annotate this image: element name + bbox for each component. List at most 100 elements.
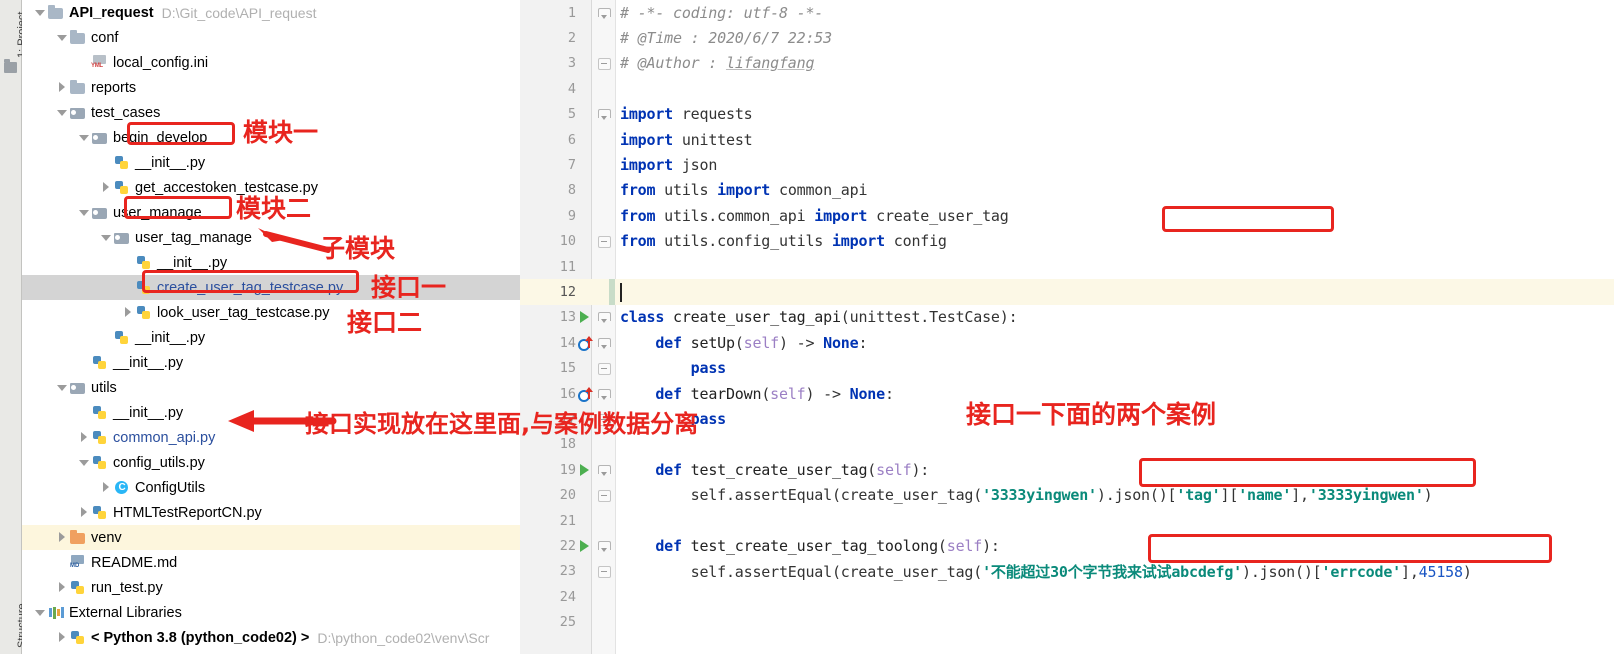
fold-end-icon[interactable]: [598, 413, 611, 427]
fold-end-icon[interactable]: [598, 489, 611, 503]
code-line[interactable]: 22 def test_create_user_tag_toolong(self…: [520, 533, 1614, 558]
code-line[interactable]: 20 self.assertEqual(create_user_tag('333…: [520, 483, 1614, 508]
tree-row[interactable]: External Libraries: [22, 600, 520, 625]
chevron-down-icon[interactable]: [34, 6, 47, 19]
code-line[interactable]: 23 self.assertEqual(create_user_tag('不能超…: [520, 559, 1614, 584]
run-test-icon[interactable]: [578, 539, 592, 553]
chevron-down-icon[interactable]: [56, 31, 69, 44]
chevron-right-icon[interactable]: [78, 431, 91, 444]
fold-expanded-icon[interactable]: [598, 464, 611, 476]
tree-row[interactable]: user_manage: [22, 200, 520, 225]
tree-row[interactable]: __init__.py: [22, 350, 520, 375]
code-line[interactable]: 10 from utils.config_utils import config: [520, 229, 1614, 254]
tree-row[interactable]: user_tag_manage: [22, 225, 520, 250]
code-line[interactable]: 9 from utils.common_api import create_use…: [520, 203, 1614, 228]
tree-row[interactable]: __init__.py: [22, 150, 520, 175]
tree-row[interactable]: HTMLTestReportCN.py: [22, 500, 520, 525]
chevron-down-icon[interactable]: [78, 131, 91, 144]
fold-end-icon[interactable]: [598, 57, 611, 71]
tree-row[interactable]: common_api.py: [22, 425, 520, 450]
python-file-icon: [69, 580, 87, 596]
tree-row[interactable]: create_user_tag_testcase.py: [22, 275, 520, 300]
chevron-right-icon[interactable]: [56, 531, 69, 544]
fold-end-icon[interactable]: [598, 565, 611, 579]
tree-row[interactable]: __init__.py: [22, 400, 520, 425]
tree-row[interactable]: utils: [22, 375, 520, 400]
token: 'tag': [1176, 486, 1221, 505]
tree-row[interactable]: __init__.py: [22, 325, 520, 350]
fold-expanded-icon[interactable]: [598, 388, 611, 400]
tree-row-label: create_user_tag_testcase.py: [157, 279, 344, 296]
code-line[interactable]: 15 pass: [520, 356, 1614, 381]
code-line[interactable]: 2 # @Time : 2020/6/7 22:53: [520, 25, 1614, 50]
fold-expanded-icon[interactable]: [598, 108, 611, 121]
tree-row[interactable]: test_cases: [22, 100, 520, 125]
fold-expanded-icon[interactable]: [598, 7, 611, 19]
fold-end-icon[interactable]: [598, 235, 611, 249]
code-line[interactable]: 25: [520, 610, 1614, 635]
code-line[interactable]: 4: [520, 76, 1614, 101]
code-line[interactable]: 24: [520, 584, 1614, 609]
code-line[interactable]: 17 pass: [520, 406, 1614, 431]
chevron-down-icon[interactable]: [34, 606, 47, 619]
token: ):: [982, 537, 1000, 556]
chevron-right-icon[interactable]: [56, 631, 69, 644]
token: ) ->: [805, 384, 850, 403]
code-line[interactable]: 13 class create_user_tag_api(unittest.Tes…: [520, 305, 1614, 330]
chevron-down-icon[interactable]: [56, 106, 69, 119]
code-line[interactable]: 21: [520, 508, 1614, 533]
tree-row[interactable]: API_request D:\Git_code\API_request: [22, 0, 520, 25]
run-test-icon[interactable]: [578, 463, 592, 477]
tree-row[interactable]: run_test.py: [22, 575, 520, 600]
code-line[interactable]: 16 def tearDown(self) -> None:: [520, 381, 1614, 406]
code-line[interactable]: 8 from utils import common_api: [520, 178, 1614, 203]
code-line[interactable]: 7 import json: [520, 152, 1614, 177]
chevron-right-icon[interactable]: [56, 581, 69, 594]
code-line[interactable]: 12: [520, 279, 1614, 305]
project-tree[interactable]: API_request D:\Git_code\API_requestconf lo…: [22, 0, 520, 654]
tree-row-label: __init__.py: [157, 254, 228, 271]
run-test-icon[interactable]: [578, 310, 592, 324]
code-line[interactable]: 19 def test_create_user_tag(self):: [520, 457, 1614, 482]
code-line[interactable]: 18: [520, 432, 1614, 457]
tree-row[interactable]: look_user_tag_testcase.py: [22, 300, 520, 325]
tree-row[interactable]: README.md: [22, 550, 520, 575]
override-method-icon[interactable]: [578, 335, 593, 351]
fold-end-icon[interactable]: [598, 362, 611, 376]
tree-row[interactable]: venv: [22, 525, 520, 550]
chevron-down-icon[interactable]: [78, 206, 91, 219]
tree-row-label: user_tag_manage: [135, 229, 252, 246]
tree-row[interactable]: conf: [22, 25, 520, 50]
fold-expanded-icon[interactable]: [598, 337, 611, 349]
fold-expanded-icon[interactable]: [598, 540, 611, 553]
code-line[interactable]: 1 # -*- coding: utf-8 -*-: [520, 0, 1614, 25]
token: setUp: [690, 333, 735, 352]
tree-row[interactable]: local_config.ini: [22, 50, 520, 75]
code-line[interactable]: 11: [520, 254, 1614, 279]
tree-row[interactable]: begin_develop: [22, 125, 520, 150]
code-line[interactable]: 14 def setUp(self) -> None:: [520, 330, 1614, 355]
code-line[interactable]: 6 import unittest: [520, 127, 1614, 152]
chevron-down-icon[interactable]: [78, 456, 91, 469]
code-line[interactable]: 3 # @Author : lifangfang: [520, 51, 1614, 76]
chevron-down-icon[interactable]: [56, 381, 69, 394]
token: utils.common_api: [664, 206, 815, 225]
tree-row[interactable]: config_utils.py: [22, 450, 520, 475]
chevron-down-icon[interactable]: [100, 231, 113, 244]
tree-row[interactable]: ConfigUtils: [22, 475, 520, 500]
chevron-right-icon[interactable]: [122, 306, 135, 319]
tree-row[interactable]: __init__.py: [22, 250, 520, 275]
tree-row[interactable]: get_accestoken_testcase.py: [22, 175, 520, 200]
tree-row[interactable]: < Python 3.8 (python_code02) > D:\python_…: [22, 625, 520, 650]
fold-expanded-icon[interactable]: [598, 311, 611, 324]
chevron-right-icon[interactable]: [56, 81, 69, 94]
tree-row[interactable]: reports: [22, 75, 520, 100]
code-line[interactable]: 5 import requests: [520, 102, 1614, 127]
chevron-right-icon[interactable]: [100, 481, 113, 494]
override-method-icon[interactable]: [578, 386, 593, 402]
code-editor[interactable]: 1 # -*- coding: utf-8 -*- 2 # @Time : 2020/…: [520, 0, 1614, 654]
chevron-right-icon[interactable]: [100, 181, 113, 194]
line-number: 3: [567, 55, 576, 72]
chevron-right-icon[interactable]: [78, 506, 91, 519]
